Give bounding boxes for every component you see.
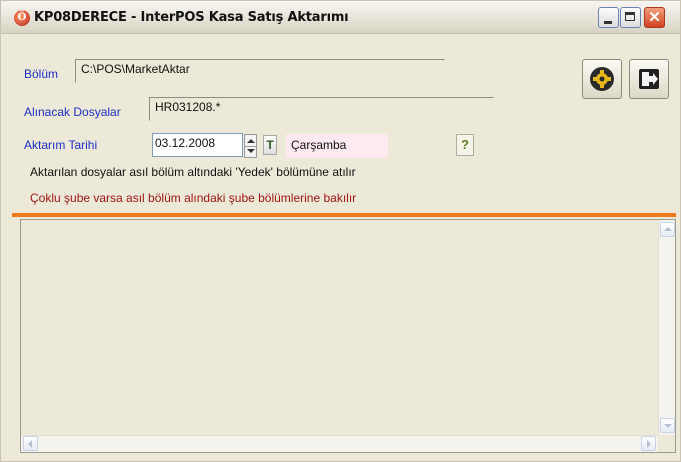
close-button[interactable]: ✕ [644, 7, 665, 28]
scrollbar-corner [658, 435, 675, 452]
dosyalar-label: Alınacak Dosyalar [24, 105, 121, 119]
chevron-right-icon [647, 440, 651, 448]
minimize-button[interactable] [598, 7, 619, 28]
chevron-down-icon [664, 424, 672, 428]
info-branch-text: Çoklu şube varsa asıl bölüm alındaki şub… [30, 191, 357, 205]
bolum-label: Bölüm [24, 67, 59, 81]
window-title: KP08DERECE - InterPOS Kasa Satış Aktarım… [34, 10, 349, 25]
title-bar[interactable]: Ö KP08DERECE - InterPOS Kasa Satış Aktar… [1, 1, 680, 34]
gear-run-icon [590, 67, 614, 91]
tarih-label: Aktarım Tarihi [24, 138, 98, 152]
close-icon: ✕ [648, 9, 661, 26]
main-window: Ö KP08DERECE - InterPOS Kasa Satış Aktar… [0, 0, 681, 462]
tarih-input[interactable]: 03.12.2008 [152, 133, 243, 157]
scroll-left-button[interactable] [23, 436, 38, 451]
chevron-up-icon [664, 227, 672, 231]
scroll-right-button[interactable] [641, 436, 656, 451]
spin-down-icon[interactable] [247, 149, 255, 153]
help-button[interactable]: ? [456, 134, 474, 156]
maximize-button[interactable] [620, 7, 641, 28]
horizontal-scrollbar[interactable] [21, 435, 658, 452]
app-logo-icon: Ö [14, 10, 30, 26]
separator-line [12, 213, 676, 217]
today-button[interactable]: T [263, 135, 277, 155]
date-spinner[interactable] [244, 134, 257, 158]
scroll-down-button[interactable] [660, 418, 675, 433]
spin-up-icon[interactable] [247, 139, 255, 143]
spinner-divider [245, 146, 256, 147]
log-memo[interactable] [20, 219, 676, 453]
run-transfer-button[interactable] [582, 59, 622, 99]
scroll-up-button[interactable] [660, 222, 675, 237]
minimize-icon [604, 21, 612, 24]
exit-door-icon [639, 69, 659, 89]
day-name-field: Çarşamba [286, 134, 388, 158]
maximize-icon [625, 12, 635, 21]
info-backup-text: Aktarılan dosyalar asıl bölüm altındaki … [30, 165, 356, 179]
bolum-field[interactable]: C:\POS\MarketAktar [75, 59, 445, 83]
vertical-scrollbar[interactable] [658, 220, 675, 435]
chevron-left-icon [28, 440, 32, 448]
dosyalar-field[interactable]: HR031208.* [149, 97, 494, 121]
exit-button[interactable] [629, 59, 669, 99]
